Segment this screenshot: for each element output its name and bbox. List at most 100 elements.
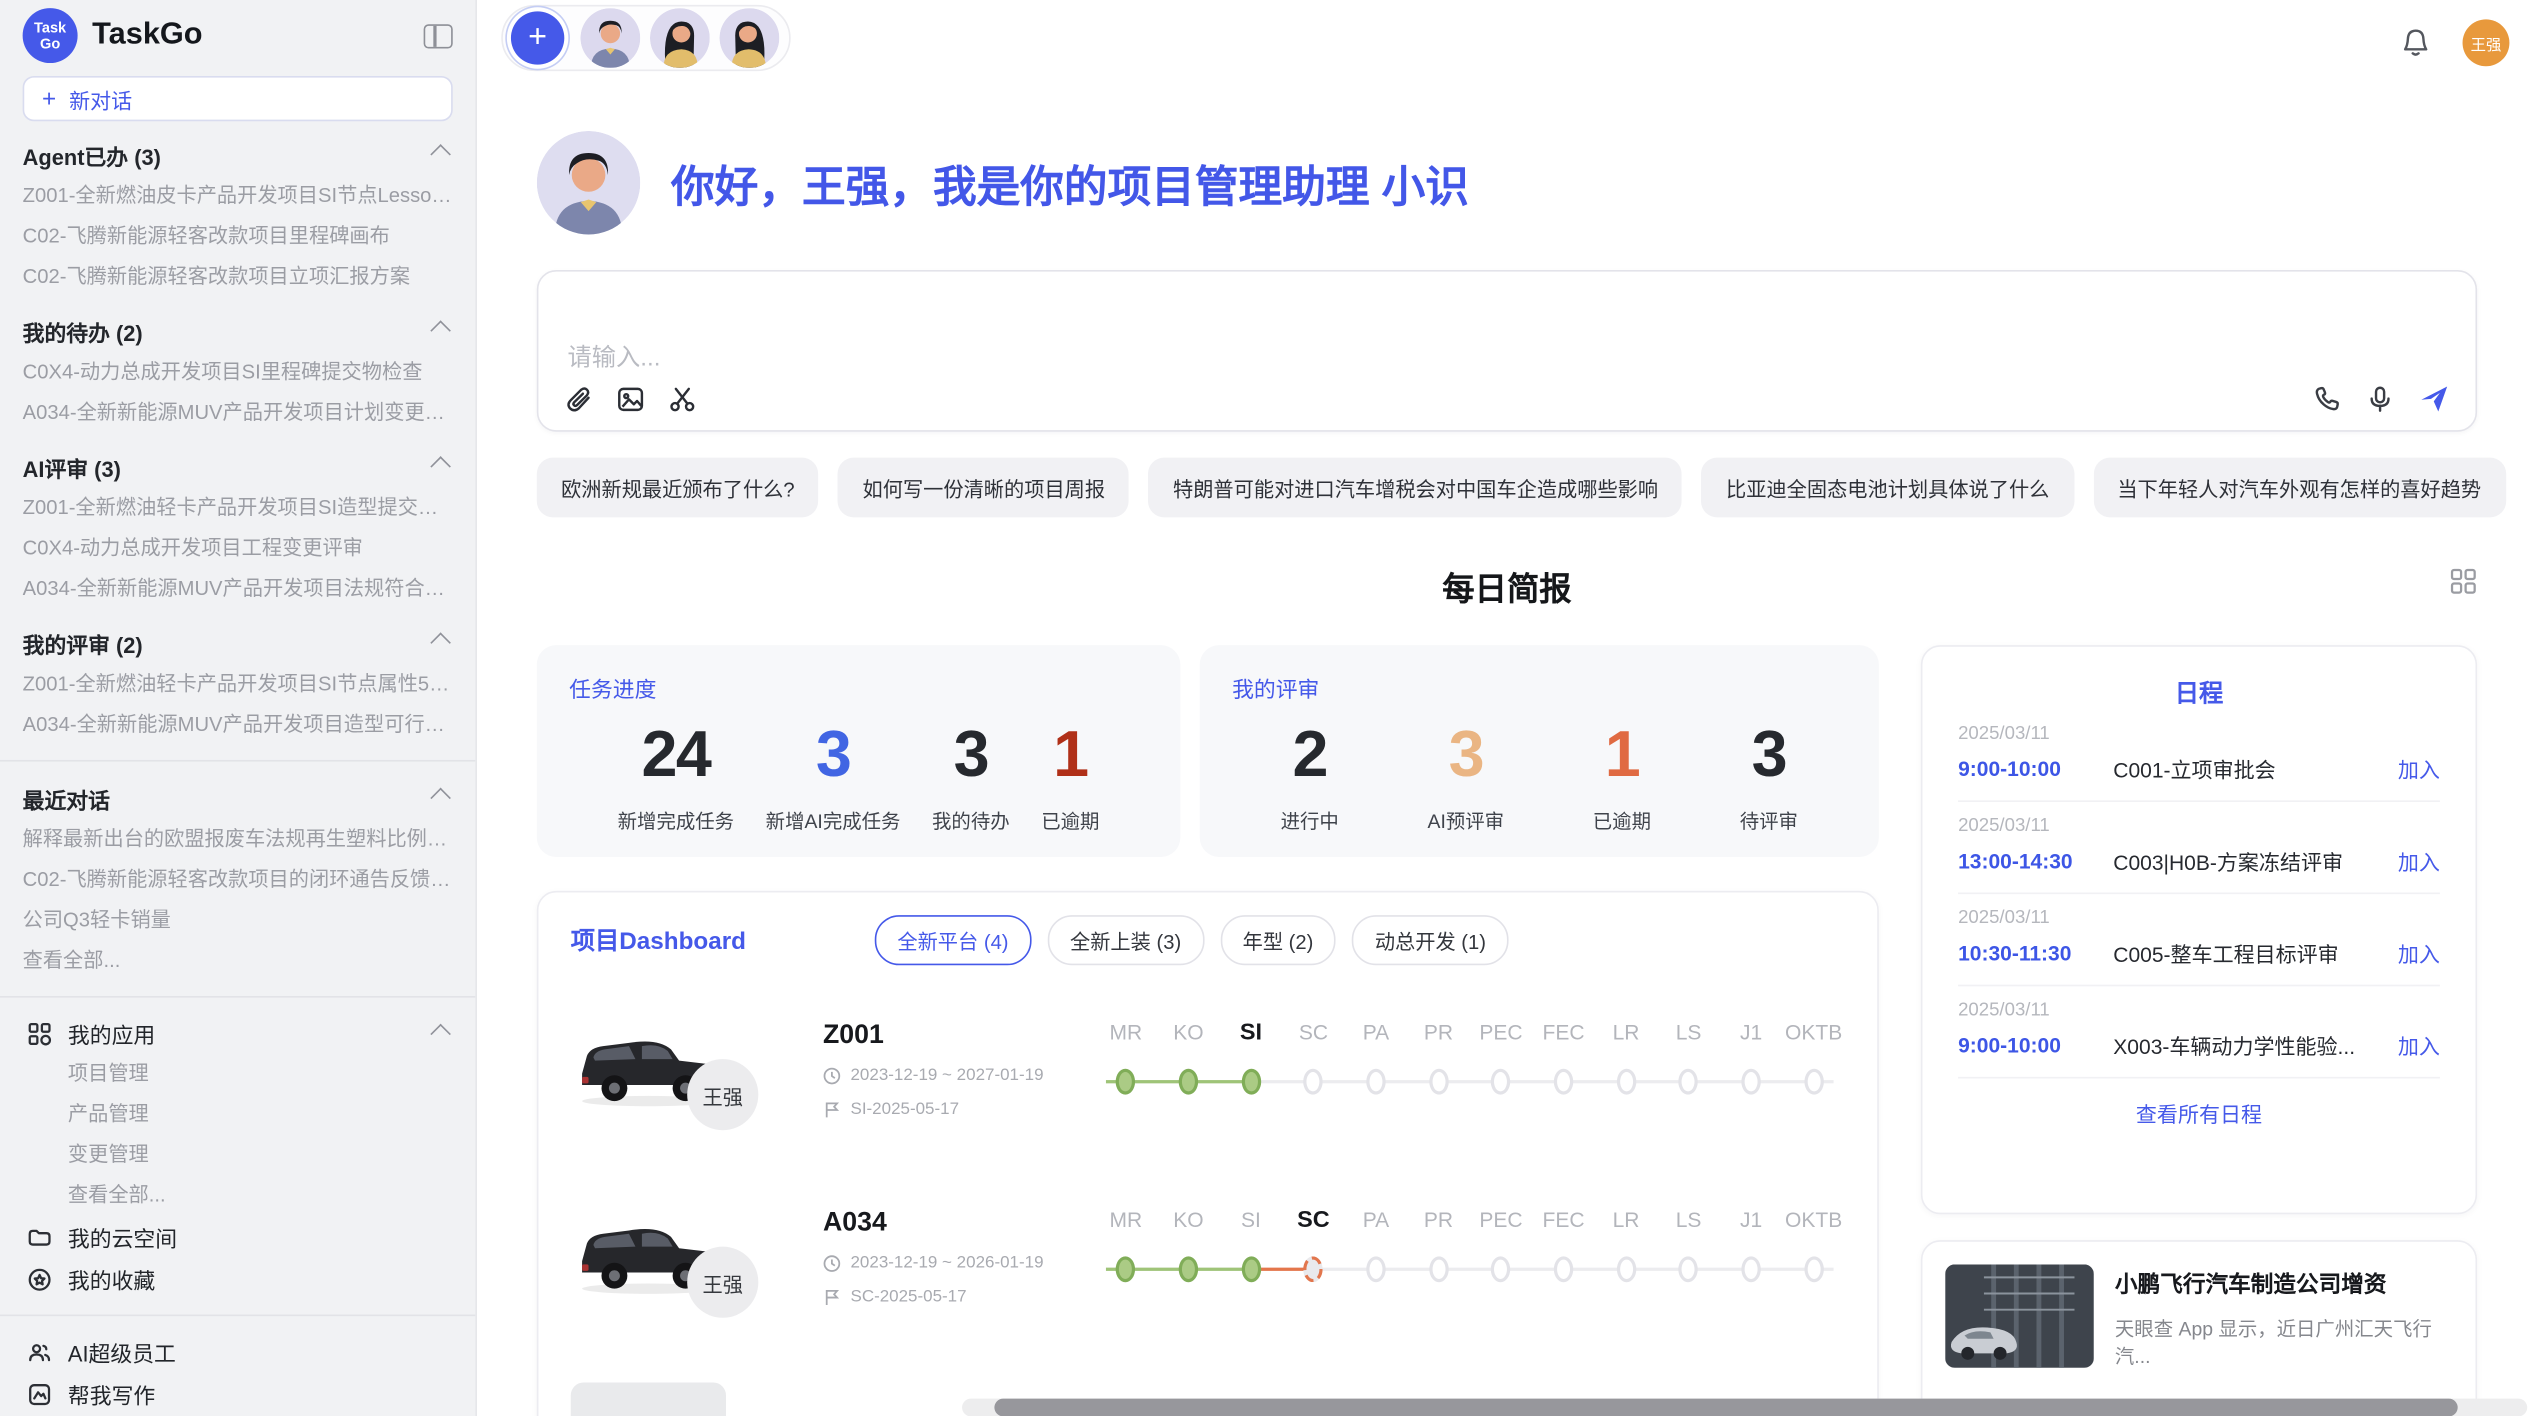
flag-icon [823,1100,841,1118]
horizontal-scrollbar-thumb[interactable] [994,1399,2457,1416]
divider [0,996,475,998]
phone-icon[interactable] [2312,384,2341,413]
schedule-time: 13:00-14:30 [1958,849,2113,873]
milestone-dot-todo [1429,1069,1448,1095]
section-title: 最近对话 [23,782,110,814]
suggestion-chip[interactable]: 如何写一份清晰的项目周报 [838,458,1129,518]
apps-grid-icon [26,1020,52,1046]
join-link[interactable]: 加入 [2398,753,2440,784]
logo-text-2: Go [40,36,60,52]
section-recent-chats[interactable]: 最近对话 [23,776,453,820]
milestone-dot-todo [1366,1069,1385,1095]
chevron-up-icon[interactable] [430,144,451,165]
project-row[interactable]: 王强 Z001 2023-12-19 ~ 2027-01-19 [571,1017,1845,1153]
chat-input[interactable]: 请输入... [537,270,2477,432]
milestone-dot-todo [1366,1256,1385,1282]
scissors-icon[interactable] [668,385,697,414]
main-content: 你好，王强，我是你的项目管理助理 小识 请输入... 欧洲新规最近颁布了什么? … [477,0,2532,1416]
task-item[interactable]: A034-全新新能源MUV产品开发项目计划变更表编写 [23,393,453,433]
send-icon[interactable] [2419,383,2450,414]
section-ai-review[interactable]: AI评审 (3) [23,445,453,489]
favorites-row[interactable]: 我的收藏 [23,1258,453,1300]
milestone-label: PA [1363,1208,1390,1234]
schedule-time: 10:30-11:30 [1958,941,2113,965]
app-link-project[interactable]: 项目管理 [23,1054,453,1094]
app-link-change[interactable]: 变更管理 [23,1135,453,1175]
star-circle-icon [26,1266,52,1292]
milestone-label: FEC [1542,1020,1584,1046]
stat: 24 新增完成任务 [618,720,734,835]
input-attachments [564,385,697,414]
milestone-dots [1095,1069,1845,1096]
suggestion-chip[interactable]: 比亚迪全固态电池计划具体说了什么 [1702,458,2074,518]
mic-icon[interactable] [2366,384,2395,413]
write-helper-row[interactable]: 帮我写作 [23,1373,453,1415]
my-review-card: 我的评审 2 进行中 3 AI预评审 [1200,645,1879,857]
stat-value: 3 [932,720,1010,791]
cloud-space-row[interactable]: 我的云空间 [23,1216,453,1258]
briefing-column: 任务进度 24 新增完成任务 3 新增AI完成任务 [537,645,1879,1416]
image-icon[interactable] [616,385,645,414]
section-agent-done[interactable]: Agent已办 (3) [23,133,453,177]
tab-year-model[interactable]: 年型 (2) [1220,915,1336,965]
join-link[interactable]: 加入 [2398,938,2440,969]
logo-text-1: Task [34,19,66,35]
clock-icon [823,1066,841,1084]
suggestion-chip[interactable]: 当下年轻人对汽车外观有怎样的喜好趋势 [2093,458,2505,518]
task-item[interactable]: Z001-全新燃油轻卡产品开发项目SI节点属性5D文件评审 [23,665,453,705]
chevron-up-icon[interactable] [430,456,451,477]
chevron-up-icon[interactable] [430,320,451,341]
task-item[interactable]: Z001-全新燃油轻卡产品开发项目SI造型提交物评审 [23,488,453,528]
task-item[interactable]: C0X4-动力总成开发项目工程变更评审 [23,529,453,569]
tab-upfit[interactable]: 全新上装 (3) [1047,915,1203,965]
milestone-dot-todo [1741,1069,1760,1095]
suggestion-chip[interactable]: 欧洲新规最近颁布了什么? [537,458,819,518]
paperclip-icon[interactable] [564,385,593,414]
layout-grid-icon[interactable] [2450,568,2477,595]
task-item[interactable]: C0X4-动力总成开发项目SI里程碑提交物检查 [23,352,453,392]
milestone-dot-todo [1679,1256,1698,1282]
write-helper-label: 帮我写作 [68,1378,453,1410]
chevron-up-icon[interactable] [430,632,451,653]
tab-powertrain[interactable]: 动总开发 (1) [1352,915,1508,965]
join-link[interactable]: 加入 [2398,1030,2440,1061]
view-all-apps-link[interactable]: 查看全部... [23,1175,453,1215]
section-my-todo[interactable]: 我的待办 (2) [23,309,453,353]
milestone-label: LR [1613,1208,1640,1234]
section-my-review[interactable]: 我的评审 (2) [23,621,453,665]
milestone-dot-todo [1804,1069,1823,1095]
chevron-up-icon[interactable] [430,788,451,809]
recent-chat-item[interactable]: 解释最新出台的欧盟报废车法规再生塑料比例被调至15%... [23,820,453,860]
news-card[interactable]: 小鹏飞行汽车制造公司增资 天眼查 App 显示，近日广州汇天飞行汽... [1921,1240,2477,1416]
ai-employee-row[interactable]: AI超级员工 [23,1331,453,1373]
project-dates: 2023-12-19 ~ 2027-01-19 [823,1066,1095,1085]
app-link-product[interactable]: 产品管理 [23,1095,453,1135]
schedule-date: 2025/03/11 [1958,817,2440,836]
recent-chat-item[interactable]: C02-飞腾新能源轻客改款项目的闭环通告反馈情况 [23,860,453,900]
chevron-up-icon[interactable] [430,1023,451,1044]
task-item[interactable]: C02-飞腾新能源轻客改款项目立项汇报方案 [23,257,453,297]
collapse-sidebar-icon[interactable] [424,23,453,47]
view-all-schedule-link[interactable]: 查看所有日程 [1958,1098,2440,1129]
folder-icon [26,1224,52,1250]
join-link[interactable]: 加入 [2398,846,2440,877]
stat-value: 3 [1740,720,1798,791]
task-item[interactable]: C02-飞腾新能源轻客改款项目里程碑画布 [23,217,453,257]
view-all-chats-link[interactable]: 查看全部... [23,941,453,981]
project-row[interactable]: 王强 A034 2023-12-19 ~ 2026-01-19 [571,1205,1845,1341]
schedule-item: 2025/03/11 9:00-10:00 C001-立项审批会 加入 [1958,710,2440,802]
recent-chat-item[interactable]: 公司Q3轻卡销量 [23,901,453,941]
task-item[interactable]: Z001-全新燃油皮卡产品开发项目SI节点Lesson Learn报告 [23,176,453,216]
milestone-labels: MRKOSISCPAPRPECFECLRLSJ1OKTB [1095,1020,1845,1046]
suggestion-chip[interactable]: 特朗普可能对进口汽车增税会对中国车企造成哪些影响 [1149,458,1683,518]
project-media: 王强 [571,1205,765,1341]
assistant-avatar [537,131,640,234]
tab-platform[interactable]: 全新平台 (4) [875,915,1031,965]
ai-employee-label: AI超级员工 [68,1336,453,1368]
task-item[interactable]: A034-全新新能源MUV产品开发项目法规符合性评审 [23,569,453,609]
my-apps-row[interactable]: 我的应用 [23,1012,453,1054]
task-item[interactable]: A034-全新新能源MUV产品开发项目造型可行性评审 [23,705,453,745]
daily-brief-title: 每日简报 [1442,572,1571,608]
new-chat-button[interactable]: + 新对话 [23,76,453,121]
input-placeholder: 请输入... [568,340,661,374]
